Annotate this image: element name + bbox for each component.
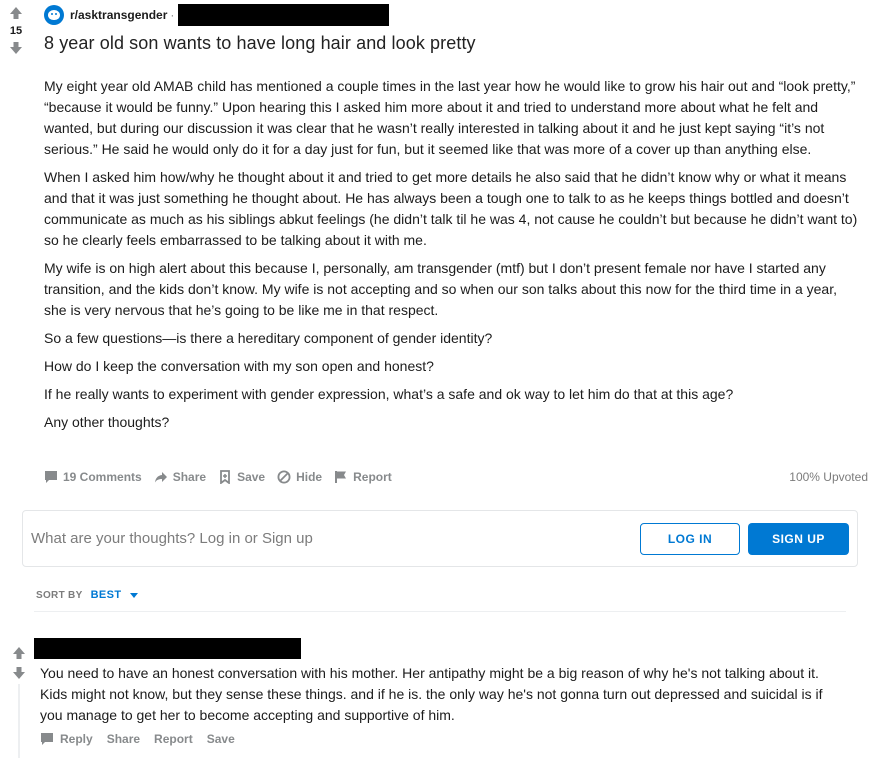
report-label: Report [353, 470, 392, 484]
downvote-icon[interactable] [9, 41, 23, 55]
hide-button[interactable]: Hide [277, 470, 322, 484]
post-vote-column: 15 [0, 6, 32, 55]
divider [34, 611, 846, 612]
upvote-icon[interactable] [12, 646, 26, 660]
hide-label: Hide [296, 470, 323, 484]
save-button[interactable]: Save [218, 470, 265, 484]
comment-login-box: What are your thoughts? Log in or Sign u… [22, 510, 858, 567]
comment-prompt: What are your thoughts? Log in or Sign u… [31, 530, 313, 547]
reply-button[interactable]: Reply [40, 732, 93, 746]
thread-line[interactable] [18, 684, 20, 758]
share-button[interactable]: Share [154, 470, 206, 484]
post-paragraph: How do I keep the conversation with my s… [44, 358, 434, 374]
redacted-author-box [178, 4, 390, 26]
comment-vote-column [11, 646, 27, 686]
comment-save-button[interactable]: Save [207, 732, 235, 746]
share-label: Share [172, 470, 207, 484]
post-paragraph: When I asked him how/why he thought abou… [44, 169, 858, 248]
sort-label: SORT BY [36, 589, 83, 601]
sort-selector[interactable]: SORT BY BEST [36, 588, 138, 602]
save-label: Save [237, 470, 266, 484]
bookmark-add-icon [220, 470, 230, 484]
post-paragraph: My wife is on high alert about this beca… [44, 260, 837, 318]
sort-value[interactable]: BEST [91, 589, 122, 601]
comment-share-button[interactable]: Share [107, 732, 140, 746]
share-arrow-icon [154, 472, 167, 483]
subreddit-link[interactable]: r/asktransgender [70, 8, 167, 22]
caret-down-icon[interactable] [129, 592, 138, 598]
subreddit-avatar-icon[interactable] [44, 5, 64, 25]
comment-action-bar: Reply Share Report Save [40, 730, 249, 748]
post-title[interactable]: 8 year old son wants to have long hair a… [44, 33, 476, 54]
report-button[interactable]: Report [334, 470, 392, 484]
comment-icon [41, 733, 53, 745]
reply-label: Reply [60, 732, 93, 746]
log-in-button[interactable]: LOG IN [640, 522, 740, 555]
header-separator: · [170, 8, 175, 22]
redacted-commenter-box [34, 638, 301, 659]
comments-button[interactable]: 19 Comments [44, 470, 142, 484]
sign-up-button[interactable]: SIGN UP [748, 522, 849, 555]
post-score: 15 [9, 25, 23, 37]
post-paragraph: My eight year old AMAB child has mention… [44, 78, 856, 157]
post-body: My eight year old AMAB child has mention… [44, 76, 860, 440]
upvote-icon[interactable] [9, 6, 23, 20]
post-paragraph: So a few questions—is there a hereditary… [44, 330, 493, 346]
comment-report-button[interactable]: Report [154, 732, 193, 746]
flag-icon [335, 471, 347, 483]
post-action-bar: 19 Comments Share Save Hide Report 100% … [44, 466, 868, 488]
hide-icon [277, 470, 291, 484]
comments-label: 19 Comments [63, 470, 142, 484]
post-paragraph: If he really wants to experiment with ge… [44, 386, 734, 402]
post-paragraph: Any other thoughts? [44, 414, 170, 430]
comment-body: You need to have an honest conversation … [40, 665, 823, 723]
downvote-icon[interactable] [12, 666, 26, 680]
upvote-ratio: 100% Upvoted [789, 470, 868, 484]
comment-icon [45, 471, 57, 483]
post-header: r/asktransgender · [44, 4, 390, 26]
